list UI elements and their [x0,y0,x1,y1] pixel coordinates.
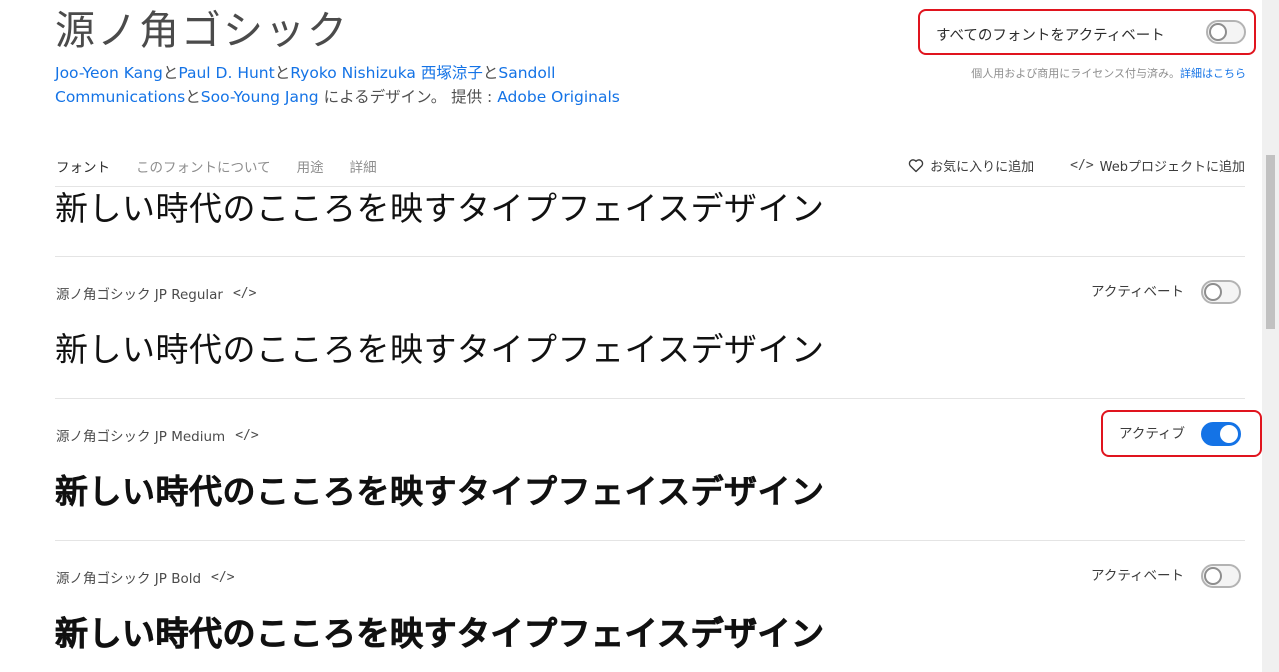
page-scrollbar[interactable] [1262,0,1279,672]
tab-usage[interactable]: 用途 [297,156,324,176]
license-note: 個人用および商用にライセンス付与済み。詳細はこちら [971,65,1246,81]
activate-all-panel: すべてのフォントをアクティベート [918,9,1256,55]
heart-icon [908,159,924,173]
page-title: 源ノ角ゴシック [55,8,349,54]
font-name-label: 源ノ角ゴシック JP Regular [56,287,223,303]
tab-bar: フォント このフォントについて 用途 詳細 [56,156,377,176]
tab-details[interactable]: 詳細 [350,156,377,176]
toggle-knob [1204,567,1222,585]
scrollbar-thumb[interactable] [1266,155,1275,329]
toggle-knob [1204,283,1222,301]
sample-text-partial: 新しい時代のこころを映すタイプフェイスデザイン [55,189,825,228]
embed-code-icon[interactable]: </> [211,570,234,585]
designer-link-3[interactable]: Ryoko Nishizuka 西塚涼子 [290,64,483,82]
license-details-link[interactable]: 詳細はこちら [1180,67,1246,80]
add-favorite-button[interactable]: お気に入りに追加 [908,156,1034,175]
credit-separator: と [274,64,291,82]
tab-fonts[interactable]: フォント [56,156,110,176]
add-web-project-label: Webプロジェクトに追加 [1099,160,1245,175]
toggle-label: アクティベート [1091,568,1185,584]
toggle-label: アクティベート [1091,284,1185,300]
tab-about[interactable]: このフォントについて [136,156,271,176]
credit-separator: と [185,88,201,106]
designer-link-1[interactable]: Joo-Yeon Kang [55,64,163,82]
row-divider [55,256,1245,257]
activate-all-label: すべてのフォントをアクティベート [936,28,1165,44]
font-name-bold: 源ノ角ゴシック JP Bold </> [56,567,235,588]
row-divider [55,540,1245,541]
add-web-project-button[interactable]: </> Webプロジェクトに追加 [1070,156,1245,175]
activate-bold: アクティベート [1091,564,1241,588]
sample-text-bold: 新しい時代のこころを映すタイプフェイスデザイン [55,614,825,654]
font-name-medium: 源ノ角ゴシック JP Medium </> [56,425,259,446]
font-name-label: 源ノ角ゴシック JP Medium [56,429,226,445]
sample-text-medium: 新しい時代のこころを映すタイプフェイスデザイン [55,472,825,511]
toggle-label: アクティブ [1119,426,1186,442]
code-icon: </> [1070,158,1094,173]
embed-code-icon[interactable]: </> [235,428,258,443]
embed-code-icon[interactable]: </> [233,286,256,301]
credit-separator: と [162,64,179,82]
license-text: 個人用および商用にライセンス付与済み。 [971,67,1180,80]
font-name-label: 源ノ角ゴシック JP Bold [56,571,202,587]
toggle-knob [1209,23,1227,41]
foundry-link[interactable]: Adobe Originals [497,88,620,106]
toggle-knob [1220,425,1238,443]
activate-all-toggle[interactable] [1206,20,1246,44]
sample-text-regular: 新しい時代のこころを映すタイプフェイスデザイン [55,330,825,369]
page-actions: お気に入りに追加 </> Webプロジェクトに追加 [908,156,1245,175]
add-favorite-label: お気に入りに追加 [930,160,1035,175]
activate-regular: アクティベート [1091,280,1241,304]
designer-credits: Joo-Yeon KangとPaul D. HuntとRyoko Nishizu… [55,61,635,109]
activate-bold-toggle[interactable] [1201,564,1241,588]
designer-link-5[interactable]: Soo-Young Jang [201,88,319,106]
credit-separator: と [482,64,499,82]
designer-link-2[interactable]: Paul D. Hunt [178,64,274,82]
activate-medium-toggle[interactable] [1201,422,1241,446]
row-divider [55,398,1245,399]
font-name-regular: 源ノ角ゴシック JP Regular </> [56,283,256,304]
activate-regular-toggle[interactable] [1201,280,1241,304]
credit-by-text: によるデザイン。 提供 : [318,88,498,106]
activate-medium: アクティブ [1119,422,1241,446]
